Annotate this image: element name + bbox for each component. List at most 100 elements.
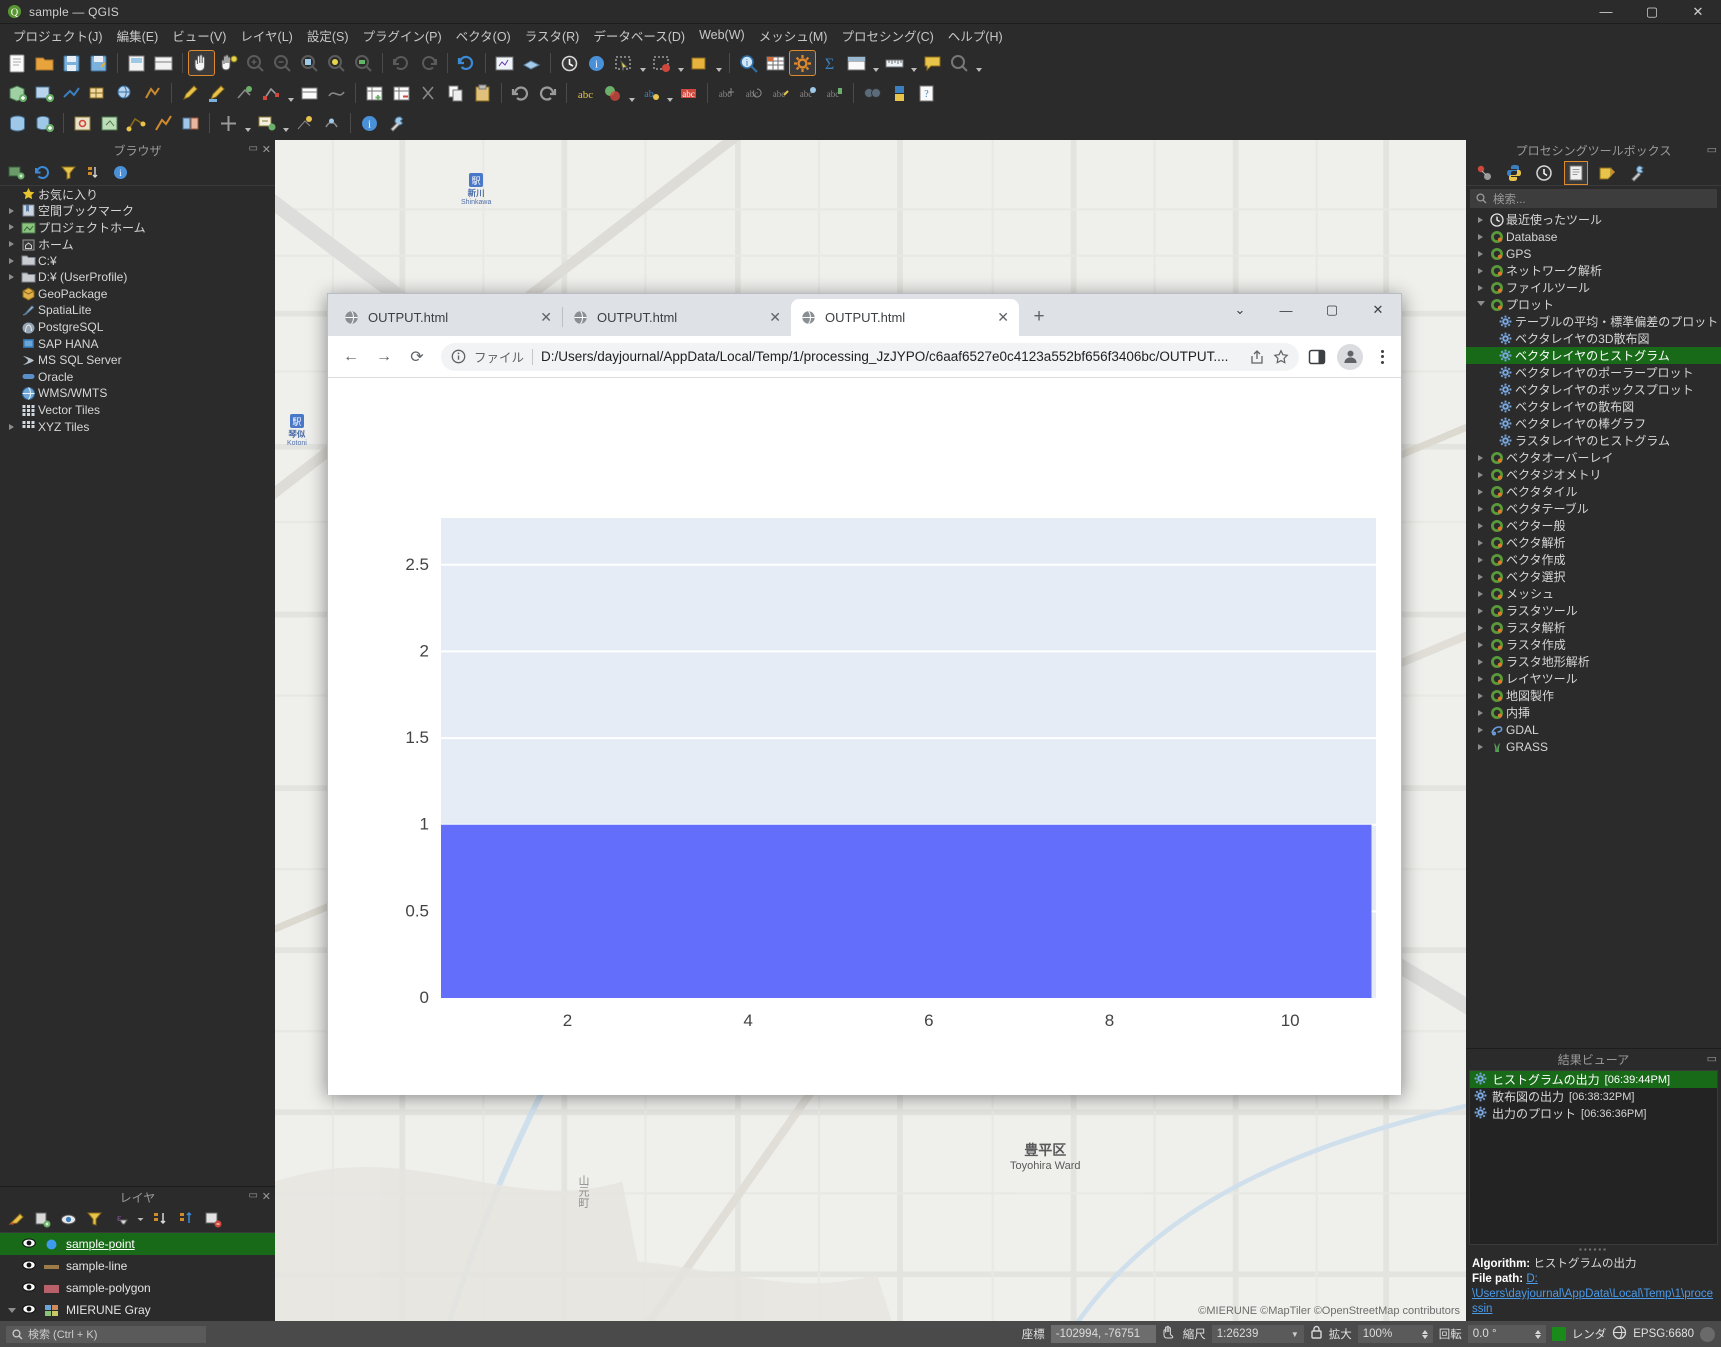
toolbox-item-22[interactable]: メッシュ xyxy=(1466,585,1721,602)
toolbox-item-20[interactable]: ベクタ作成 xyxy=(1466,551,1721,568)
expand-arrow-icon[interactable] xyxy=(1474,675,1487,682)
layer-row-3[interactable]: MIERUNE Gray xyxy=(0,1299,275,1321)
expand-arrow-icon[interactable] xyxy=(1474,539,1487,546)
layers-panel-close-icon[interactable]: ✕ xyxy=(262,1190,271,1203)
style-manager-button[interactable] xyxy=(599,80,626,106)
show-layout-manager-button[interactable] xyxy=(843,50,870,76)
label-properties-button[interactable]: abc xyxy=(794,80,821,106)
filter-expression-dropdown-icon[interactable] xyxy=(136,1210,145,1230)
filepath-link-2[interactable]: \Users\dayjournal\AppData\Local\Temp\1\p… xyxy=(1472,1287,1715,1317)
new-map-view-button[interactable] xyxy=(491,50,518,76)
browser-item-1[interactable]: 空間ブックマーク xyxy=(0,203,275,220)
expand-arrow-icon[interactable] xyxy=(4,224,18,231)
db-add-button[interactable] xyxy=(31,110,58,136)
collapse-all-icon[interactable] xyxy=(84,163,104,183)
text-annotation-button[interactable] xyxy=(253,110,280,136)
expand-arrow-icon[interactable] xyxy=(1474,573,1487,580)
deselect-features-button[interactable] xyxy=(648,50,675,76)
edit-features-icon[interactable] xyxy=(1598,163,1618,183)
browser-item-4[interactable]: C:¥ xyxy=(0,252,275,269)
expand-all-icon[interactable] xyxy=(151,1210,171,1230)
layout-manager-button[interactable] xyxy=(150,50,177,76)
processing-toolbox-close-icon[interactable]: ▭ xyxy=(1707,143,1717,156)
move-label-button[interactable]: abc xyxy=(713,80,740,106)
menu-item-3[interactable]: レイヤ(L) xyxy=(233,24,299,47)
db-manager-button[interactable] xyxy=(4,110,31,136)
vertex-tool-dropdown[interactable] xyxy=(285,80,296,106)
close-button[interactable]: ✕ xyxy=(1675,0,1721,24)
delete-record-button[interactable] xyxy=(388,80,415,106)
add-record-button[interactable] xyxy=(361,80,388,106)
toolbox-item-6[interactable]: テーブルの平均・標準偏差のプロット xyxy=(1466,313,1721,330)
save-project-button[interactable] xyxy=(58,50,85,76)
result-item-0[interactable]: ヒストグラムの出力 [06:39:44PM] xyxy=(1470,1071,1717,1088)
redo-button[interactable] xyxy=(534,80,561,106)
expand-arrow-icon[interactable] xyxy=(1474,250,1487,257)
zoom-next-button[interactable] xyxy=(415,50,442,76)
magnifier-spinbox[interactable]: 100% xyxy=(1357,1325,1433,1343)
expand-arrow-icon[interactable] xyxy=(1474,233,1487,240)
expand-arrow-icon[interactable] xyxy=(1474,216,1487,223)
maximize-button[interactable]: ▢ xyxy=(1629,0,1675,24)
toolbox-item-1[interactable]: Database xyxy=(1466,228,1721,245)
show-unplaced-labels-button[interactable] xyxy=(946,50,973,76)
scale-lock-icon[interactable] xyxy=(1310,1325,1323,1343)
layout-manager-dropdown[interactable] xyxy=(870,50,881,76)
toolbox-item-16[interactable]: ベクタタイル xyxy=(1466,483,1721,500)
expand-arrow-icon[interactable] xyxy=(1474,522,1487,529)
layer-visibility-checkbox[interactable] xyxy=(22,1280,37,1297)
refresh-icon[interactable] xyxy=(32,163,52,183)
new-3d-map-view-button[interactable] xyxy=(518,50,545,76)
modify-attributes-button[interactable] xyxy=(296,80,323,106)
select-features-button[interactable] xyxy=(610,50,637,76)
new-tab-button[interactable]: + xyxy=(1025,303,1053,331)
copy-features-button[interactable] xyxy=(442,80,469,106)
expand-arrow-icon[interactable] xyxy=(1474,454,1487,461)
browser-item-0[interactable]: お気に入り xyxy=(0,186,275,203)
render-checkbox[interactable] xyxy=(1551,1327,1566,1341)
history-icon[interactable] xyxy=(1534,163,1554,183)
browser-item-14[interactable]: XYZ Tiles xyxy=(0,418,275,435)
settings-wrench-button[interactable] xyxy=(383,110,410,136)
add-wms-layer-button[interactable] xyxy=(112,80,139,106)
toolbox-item-7[interactable]: ベクタレイヤの3D散布図 xyxy=(1466,330,1721,347)
help-button[interactable]: ? xyxy=(913,80,940,106)
tab-close-icon[interactable]: ✕ xyxy=(769,309,781,326)
toolbox-item-26[interactable]: ラスタ地形解析 xyxy=(1466,653,1721,670)
expand-arrow-icon[interactable] xyxy=(1474,743,1487,750)
toolbox-item-21[interactable]: ベクタ選択 xyxy=(1466,568,1721,585)
expand-arrow-icon[interactable] xyxy=(1474,471,1487,478)
menu-item-9[interactable]: Web(W) xyxy=(692,26,752,44)
highlight-labels-button[interactable]: abc xyxy=(675,80,702,106)
filter-legend-icon[interactable] xyxy=(84,1210,104,1230)
expand-arrow-icon[interactable] xyxy=(4,423,18,430)
menu-item-1[interactable]: 編集(E) xyxy=(110,24,166,47)
change-label-button[interactable]: abc xyxy=(767,80,794,106)
expand-arrow-icon[interactable] xyxy=(1474,267,1487,274)
expand-arrow-icon[interactable] xyxy=(1474,488,1487,495)
zoom-to-selection-button[interactable] xyxy=(323,50,350,76)
expand-arrow-icon[interactable] xyxy=(1474,709,1487,716)
browser-tab-0[interactable]: OUTPUT.html ✕ xyxy=(334,299,562,336)
zoom-out-button[interactable] xyxy=(269,50,296,76)
chrome-minimize-button[interactable]: — xyxy=(1263,294,1309,326)
locator-search-input[interactable]: 検索 (Ctrl + K) xyxy=(6,1325,206,1343)
open-project-button[interactable] xyxy=(31,50,58,76)
toolbox-item-28[interactable]: 地図製作 xyxy=(1466,687,1721,704)
expand-arrow-icon[interactable] xyxy=(1474,692,1487,699)
toolbox-item-18[interactable]: ベクター般 xyxy=(1466,517,1721,534)
layers-panel-float-icon[interactable]: ▭ xyxy=(249,1190,258,1201)
browser-item-2[interactable]: プロジェクトホーム xyxy=(0,219,275,236)
toolbox-item-31[interactable]: GRASS xyxy=(1466,738,1721,755)
toolbox-item-4[interactable]: ファイルツール xyxy=(1466,279,1721,296)
label-diagram-button[interactable]: abc xyxy=(821,80,848,106)
menu-item-0[interactable]: プロジェクト(J) xyxy=(6,24,110,47)
toolbox-item-13[interactable]: ラスタレイヤのヒストグラム xyxy=(1466,432,1721,449)
chrome-close-button[interactable]: ✕ xyxy=(1355,294,1401,326)
tab-close-icon[interactable]: ✕ xyxy=(540,309,552,326)
browser-item-13[interactable]: Vector Tiles xyxy=(0,402,275,419)
result-item-2[interactable]: 出力のプロット [06:36:36PM] xyxy=(1470,1105,1717,1122)
toolbox-item-25[interactable]: ラスタ作成 xyxy=(1466,636,1721,653)
browser-item-6[interactable]: GeoPackage xyxy=(0,286,275,303)
style-dropdown[interactable] xyxy=(626,80,637,106)
